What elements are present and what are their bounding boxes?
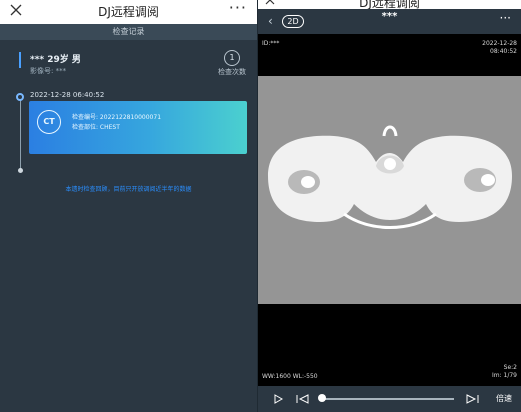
exam-card[interactable]: CT 检查编号: 2022122810000071 检查部位: CHEST bbox=[29, 101, 247, 154]
app-window: DJ远程调阅 ··· 检查记录 *** 29岁 男 影像号: *** 1 检查次… bbox=[0, 0, 521, 412]
more-menu-button[interactable]: ··· bbox=[229, 0, 247, 17]
frame-slider-handle[interactable] bbox=[318, 394, 326, 402]
overlay-time: 08:40:52 bbox=[490, 48, 517, 55]
window-level: WW:1600 WL:-550 bbox=[262, 373, 318, 380]
left-title-bar: DJ远程调阅 ··· bbox=[0, 0, 257, 24]
timeline-line bbox=[20, 97, 21, 170]
modality-badge: CT bbox=[37, 110, 61, 134]
patient-summary: *** 29岁 男 bbox=[30, 55, 81, 65]
play-icon[interactable] bbox=[273, 394, 283, 404]
image-viewer-panel: DJ远程调阅 ‹ 2D *** ··· ID:*** 2022-12-28 08… bbox=[258, 0, 521, 412]
section-header: 检查记录 bbox=[0, 24, 257, 40]
cine-player: 倍速 bbox=[258, 386, 521, 412]
exam-records-panel: DJ远程调阅 ··· 检查记录 *** 29岁 男 影像号: *** 1 检查次… bbox=[0, 0, 257, 412]
overlay-datetime: 2022-12-28 08:40:52 bbox=[482, 40, 517, 56]
overlay-patient-id: ID:*** bbox=[262, 40, 280, 47]
visit-count-label: 检查次数 bbox=[218, 68, 246, 76]
patient-accent bbox=[19, 52, 21, 68]
timeline-end-dot bbox=[18, 168, 23, 173]
body-part: 检查部位: CHEST bbox=[72, 124, 120, 131]
next-frame-icon[interactable] bbox=[465, 394, 479, 404]
patient-id: *** bbox=[381, 11, 398, 22]
series-image-info: Se:2 Im: 1/79 bbox=[492, 364, 517, 380]
app-title: DJ远程调阅 bbox=[98, 5, 159, 19]
timeline-dot bbox=[16, 93, 24, 101]
left-humerus bbox=[301, 176, 315, 188]
series-number: Se:2 bbox=[503, 364, 517, 371]
exam-number: 检查编号: 2022122810000071 bbox=[72, 114, 162, 121]
data-retention-notice: 本遗时检查回顾，目前只开放调阅近半年的数据 bbox=[65, 186, 192, 193]
vertebra bbox=[384, 158, 396, 170]
previous-frame-icon[interactable] bbox=[296, 394, 310, 404]
right-title-bar: DJ远程调阅 bbox=[258, 0, 521, 10]
ct-slice-image bbox=[258, 76, 521, 304]
visit-count-badge[interactable]: 1 bbox=[224, 50, 240, 66]
frame-slider[interactable] bbox=[322, 398, 454, 400]
overlay-date: 2022-12-28 bbox=[482, 40, 517, 47]
right-humerus bbox=[481, 174, 495, 186]
playback-speed-button[interactable]: 倍速 bbox=[496, 393, 512, 404]
image-index: Im: 1/79 bbox=[491, 372, 517, 379]
section-title: 检查记录 bbox=[112, 27, 145, 36]
dicom-viewport[interactable]: ID:*** 2022-12-28 08:40:52 WW:1600 WL:-5… bbox=[258, 34, 521, 386]
more-menu-button[interactable]: ··· bbox=[500, 11, 511, 25]
viewer-toolbar: ‹ 2D *** ··· bbox=[258, 9, 521, 34]
exam-date: 2022-12-28 06:40:52 bbox=[30, 91, 105, 99]
image-number: 影像号: *** bbox=[30, 67, 67, 75]
